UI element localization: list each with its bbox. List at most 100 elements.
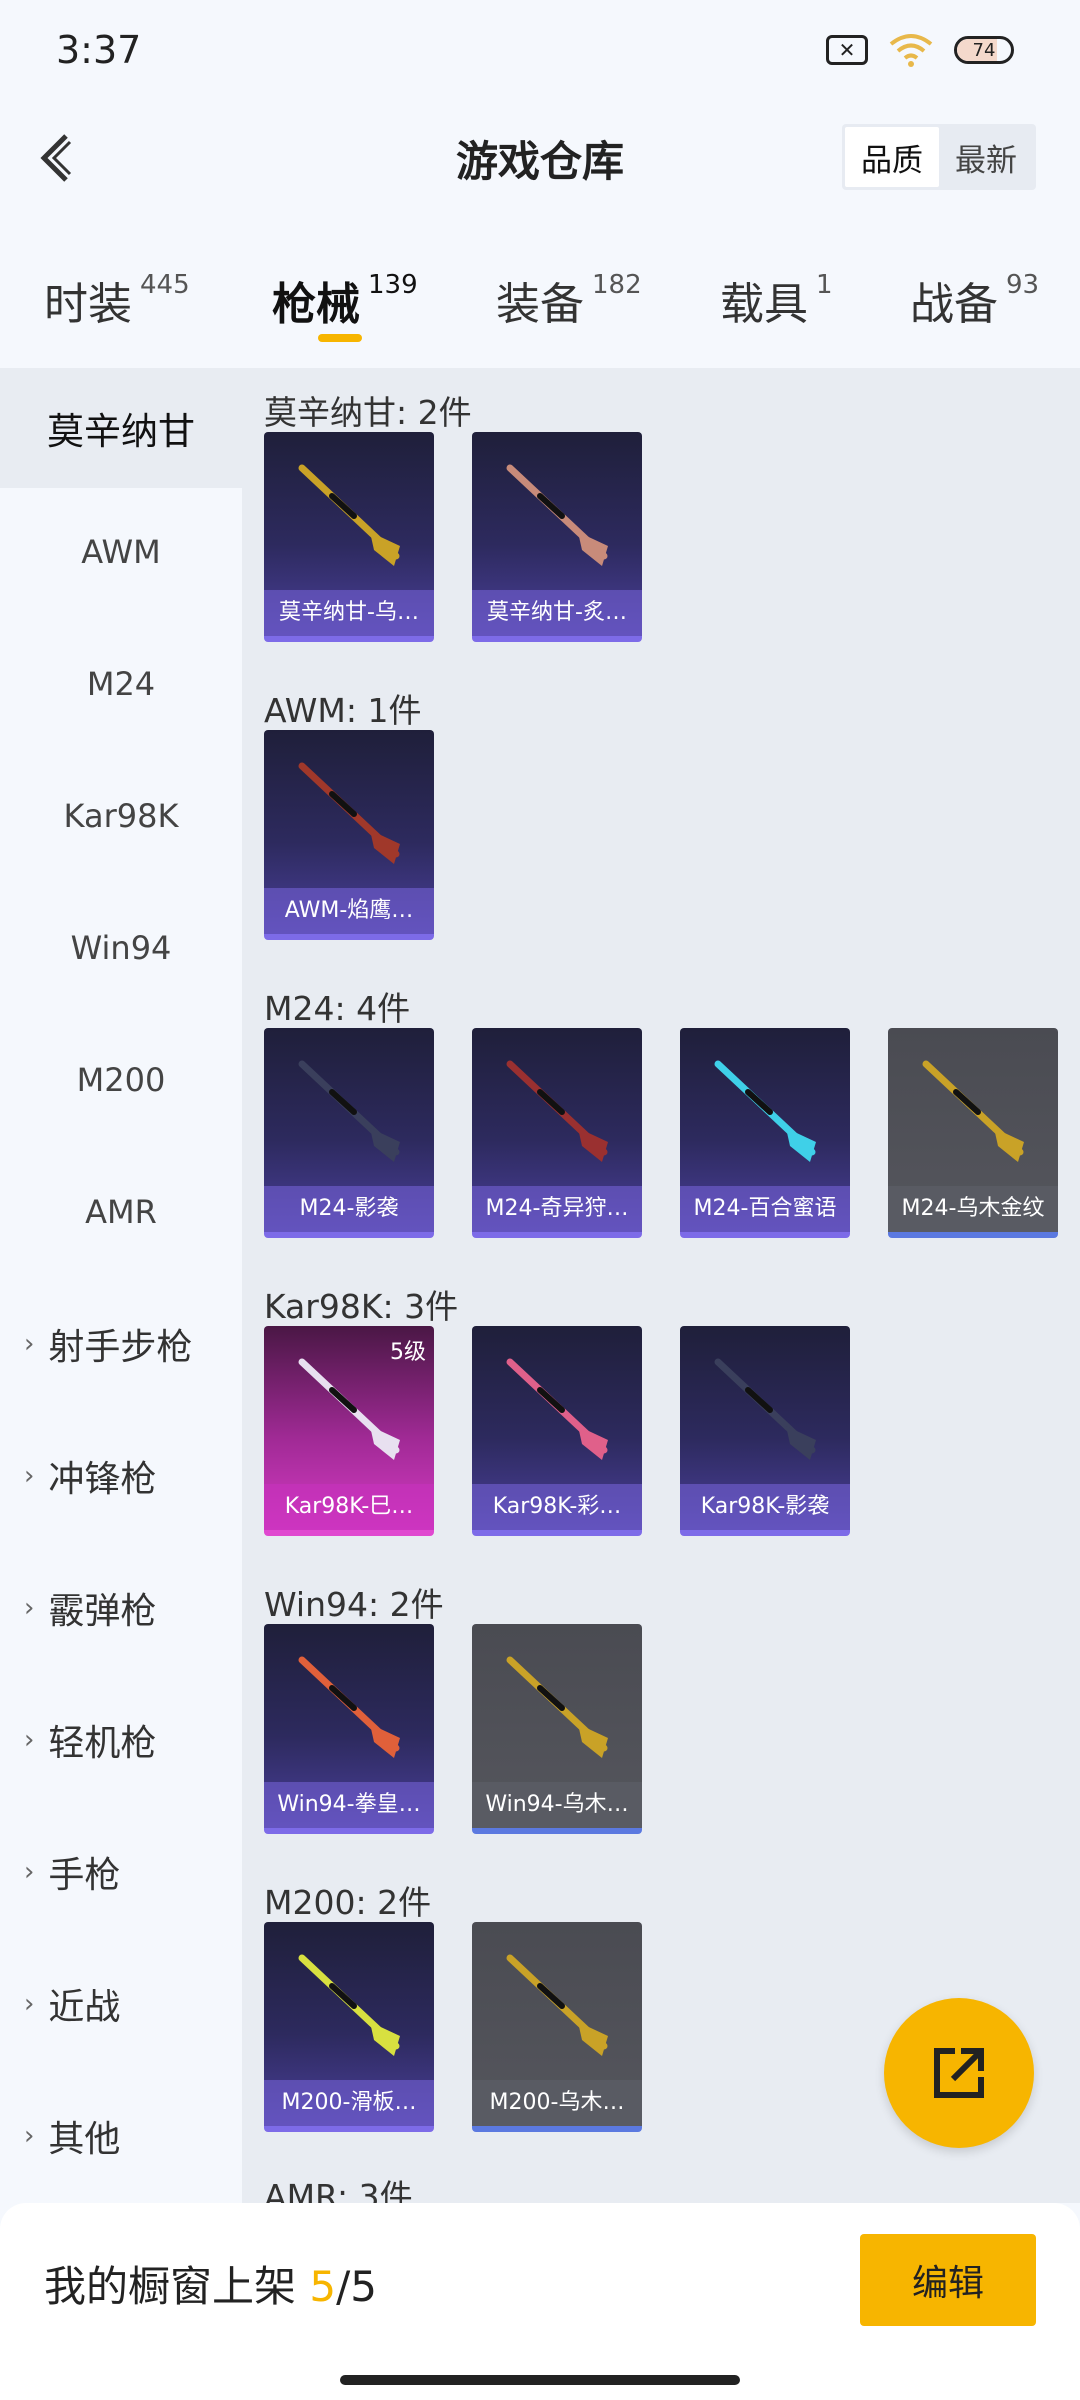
back-arrow-icon[interactable] <box>30 128 90 188</box>
section-title: Kar98K: 3件 <box>264 1287 459 1326</box>
rifle-icon <box>506 1060 608 1162</box>
tab-outfit[interactable]: 时装 445 <box>44 268 190 332</box>
rifle-icon <box>922 1060 1024 1162</box>
battery-icon: 74 <box>954 36 1014 64</box>
sidebar-group-smg[interactable]: › 冲锋枪 <box>0 1416 242 1536</box>
sidebar-group-label: 射手步枪 <box>48 1327 193 1368</box>
rifle-icon <box>506 1358 608 1460</box>
showcase-status: 我的橱窗上架 5/5 <box>44 2253 377 2314</box>
tab-count: 1 <box>816 270 833 300</box>
item-name: AWM-焰鹰… <box>264 888 434 934</box>
section-title: AWM: 1件 <box>264 691 422 730</box>
sidebar-item-m24[interactable]: M24 <box>0 624 242 744</box>
rifle-icon <box>298 1656 400 1758</box>
item-name: M200-滑板… <box>264 2080 434 2126</box>
status-bar: 3:37 ✕ 74 <box>0 0 1080 100</box>
item-card[interactable]: Win94-拳皇… <box>264 1624 434 1834</box>
item-grid: 莫辛纳甘: 2件 莫辛纳甘-乌… 莫辛纳甘-炙… AWM: 1件 AWM-焰鹰… M24:… <box>242 368 1080 2203</box>
item-card[interactable]: M24-乌木金纹 <box>888 1028 1058 1238</box>
sidebar-group-label: 近战 <box>48 1987 121 2028</box>
chevron-right-icon: › <box>24 1857 35 1887</box>
chevron-right-icon: › <box>24 1725 35 1755</box>
share-icon <box>934 2048 984 2098</box>
sort-toggle: 品质 最新 <box>842 124 1036 190</box>
tab-vehicles[interactable]: 载具 1 <box>720 268 833 332</box>
item-name: M24-百合蜜语 <box>680 1186 850 1232</box>
item-card[interactable]: 莫辛纳甘-乌… <box>264 432 434 642</box>
sidebar-group-label: 霰弹枪 <box>48 1591 157 1632</box>
home-indicator <box>340 2375 740 2385</box>
sidebar-group-shotgun[interactable]: › 霰弹枪 <box>0 1548 242 1668</box>
status-time: 3:37 <box>56 28 142 72</box>
sidebar-item-m200[interactable]: M200 <box>0 1020 242 1140</box>
tab-label: 装备 <box>496 279 584 330</box>
item-card[interactable]: M200-乌木… <box>472 1922 642 2132</box>
sidebar-group-dmr[interactable]: › 射手步枪 <box>0 1284 242 1404</box>
level-badge: 5级 <box>390 1340 426 1365</box>
tab-firearms[interactable]: 枪械 139 <box>272 268 418 332</box>
tab-count: 93 <box>1006 270 1040 300</box>
item-name: Win94-拳皇… <box>264 1782 434 1828</box>
chevron-right-icon: › <box>24 1989 35 2019</box>
tab-count: 182 <box>592 270 642 300</box>
edit-button[interactable]: 编辑 <box>860 2234 1036 2326</box>
sort-quality-button[interactable]: 品质 <box>845 127 939 187</box>
item-name: M24-乌木金纹 <box>888 1186 1058 1232</box>
header: 游戏仓库 品质 最新 <box>0 110 1080 206</box>
share-button[interactable] <box>884 1998 1034 2148</box>
showcase-total-count: /5 <box>336 2262 377 2311</box>
item-name: M24-影袭 <box>264 1186 434 1232</box>
section-title: 莫辛纳甘: 2件 <box>264 393 472 432</box>
sidebar-item-win94[interactable]: Win94 <box>0 888 242 1008</box>
item-card[interactable]: 5级 Kar98K-巳… <box>264 1326 434 1536</box>
showcase-label: 我的橱窗上架 <box>44 2262 297 2311</box>
sidebar-group-lmg[interactable]: › 轻机枪 <box>0 1680 242 1800</box>
sidebar-group-pistol[interactable]: › 手枪 <box>0 1812 242 1932</box>
chevron-right-icon: › <box>24 1329 35 1359</box>
item-card[interactable]: 莫辛纳甘-炙… <box>472 432 642 642</box>
item-card[interactable]: Kar98K-影袭 <box>680 1326 850 1536</box>
category-tabs: 时装 445 枪械 139 装备 182 载具 1 战备 93 <box>0 250 1080 350</box>
sidebar-item-awm[interactable]: AWM <box>0 492 242 612</box>
no-sim-icon: ✕ <box>826 35 868 65</box>
item-name: Kar98K-巳… <box>264 1484 434 1530</box>
rifle-icon <box>506 1656 608 1758</box>
sidebar-group-label: 其他 <box>48 2119 121 2160</box>
tab-supplies[interactable]: 战备 93 <box>910 268 1039 332</box>
page-title: 游戏仓库 <box>455 136 624 186</box>
sidebar-group-other[interactable]: › 其他 <box>0 2076 242 2196</box>
item-card[interactable]: M24-奇异狩… <box>472 1028 642 1238</box>
sidebar-item-kar98k[interactable]: Kar98K <box>0 756 242 876</box>
item-card[interactable]: M24-影袭 <box>264 1028 434 1238</box>
tab-label: 战备 <box>910 279 998 330</box>
sidebar-group-label: 冲锋枪 <box>48 1459 157 1500</box>
tab-equipment[interactable]: 装备 182 <box>496 268 642 332</box>
section-title: Win94: 2件 <box>264 1585 444 1624</box>
rifle-icon <box>506 1954 608 2056</box>
rifle-icon <box>298 464 400 566</box>
active-tab-indicator <box>318 334 362 342</box>
chevron-right-icon: › <box>24 1593 35 1623</box>
battery-level: 74 <box>972 39 996 61</box>
item-card[interactable]: AWM-焰鹰… <box>264 730 434 940</box>
item-card[interactable]: Kar98K-彩… <box>472 1326 642 1536</box>
wifi-icon <box>889 34 933 67</box>
tab-count: 139 <box>368 270 418 300</box>
rifle-icon <box>298 1060 400 1162</box>
sidebar-group-melee[interactable]: › 近战 <box>0 1944 242 2064</box>
sidebar-group-label: 轻机枪 <box>48 1723 157 1764</box>
sidebar-item-mosin[interactable]: 莫辛纳甘 <box>0 368 242 488</box>
chevron-right-icon: › <box>24 1461 35 1491</box>
tab-label: 载具 <box>720 279 808 330</box>
item-card[interactable]: M200-滑板… <box>264 1922 434 2132</box>
showcase-used-count: 5 <box>309 2262 337 2311</box>
item-name: M24-奇异狩… <box>472 1186 642 1232</box>
item-card[interactable]: Win94-乌木… <box>472 1624 642 1834</box>
rifle-icon <box>714 1358 816 1460</box>
sort-newest-button[interactable]: 最新 <box>939 127 1033 187</box>
section-title: M200: 2件 <box>264 1883 432 1922</box>
item-card[interactable]: M24-百合蜜语 <box>680 1028 850 1238</box>
weapon-sidebar: 莫辛纳甘 AWM M24 Kar98K Win94 M200 AMR › 射手步… <box>0 368 242 2203</box>
rifle-icon <box>506 464 608 566</box>
sidebar-item-amr[interactable]: AMR <box>0 1152 242 1272</box>
